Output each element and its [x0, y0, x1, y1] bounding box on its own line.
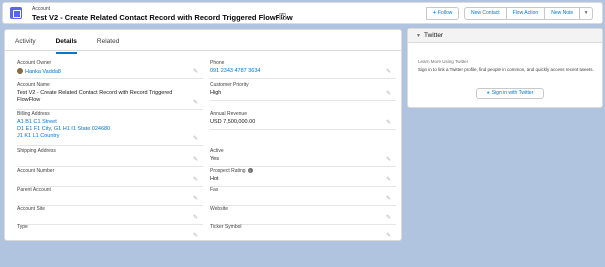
action-button-group: New Contact Flow Action New Note ▼: [464, 7, 594, 20]
edit-pencil-icon[interactable]: ✎: [193, 136, 199, 142]
edit-pencil-icon[interactable]: ✎: [386, 120, 392, 126]
info-icon[interactable]: i: [247, 168, 253, 173]
field-fax: Fax ✎: [210, 187, 396, 206]
new-contact-button[interactable]: New Contact: [464, 7, 507, 20]
field-account-name: Account Name Test V2 - Create Related Co…: [17, 82, 203, 110]
avatar: [17, 68, 23, 74]
field-account-owner: Account Owner Hanka Vadda8 ✎: [17, 60, 203, 79]
twitter-sign-in-button[interactable]: ● Sign in with Twitter: [476, 88, 544, 99]
twitter-card-header[interactable]: ▼ Twitter: [408, 29, 602, 43]
record-type-label: Account: [32, 6, 51, 12]
edit-pencil-icon[interactable]: ✎: [193, 215, 199, 221]
field-website: Website ✎: [210, 206, 396, 225]
field-prospect-rating: Prospect Rating i Hot ✎: [210, 168, 396, 187]
billing-address-link[interactable]: A1 B1 C1 Street D1 E1 F1 City, G1 H1 I1 …: [17, 119, 203, 140]
field-account-site: Account Site ✎: [17, 206, 203, 225]
account-icon: [10, 7, 22, 19]
record-title: Test V2 - Create Related Contact Record …: [32, 13, 293, 22]
field-type: Type ✎: [17, 224, 203, 240]
field-phone: Phone 091 2343 4787 3634 ✎: [210, 60, 396, 79]
new-note-button[interactable]: New Note: [545, 7, 581, 20]
field-parent-account: Parent Account ✎: [17, 187, 203, 206]
more-actions-chevron-down-icon[interactable]: ▼: [580, 7, 594, 20]
field-annual-revenue: Annual Revenue USD 7,500,000.00 ✎: [210, 111, 396, 130]
twitter-card: ▼ Twitter Learn More Using Twitter Sign i…: [407, 28, 603, 108]
edit-pencil-icon[interactable]: ✎: [386, 196, 392, 202]
details-card: Activity Details Related Account Owner H…: [4, 29, 402, 241]
edit-pencil-icon[interactable]: ✎: [386, 233, 392, 239]
edit-pencil-icon[interactable]: ✎: [386, 91, 392, 97]
account-owner-link[interactable]: Hanka Vadda8: [17, 68, 203, 76]
phone-link[interactable]: 091 2343 4787 3634: [210, 68, 396, 75]
chevron-down-icon[interactable]: ▼: [416, 33, 421, 39]
edit-pencil-icon[interactable]: ✎: [193, 69, 199, 75]
follow-button-group: + Follow: [426, 7, 460, 20]
edit-pencil-icon[interactable]: ✎: [386, 157, 392, 163]
plus-icon: +: [433, 10, 436, 16]
twitter-description: Sign in to link a Twitter profile, find …: [418, 67, 594, 72]
edit-pencil-icon[interactable]: ✎: [386, 215, 392, 221]
edit-pencil-icon[interactable]: ✎: [193, 233, 199, 239]
follow-button[interactable]: + Follow: [426, 7, 460, 20]
record-header: Account Test V2 - Create Related Contact…: [2, 2, 603, 24]
edit-pencil-icon[interactable]: ✎: [193, 196, 199, 202]
hierarchy-icon[interactable]: A: [279, 13, 286, 20]
field-ticker-symbol: Ticker Symbol ✎: [210, 224, 396, 240]
field-account-number: Account Number ✎: [17, 168, 203, 187]
edit-pencil-icon[interactable]: ✎: [386, 177, 392, 183]
field-active: Active Yes ✎: [210, 148, 396, 167]
field-customer-priority: Customer Priority High ✎: [210, 82, 396, 101]
field-shipping-address: Shipping Address ✎: [17, 148, 203, 167]
twitter-learn-more: Learn More Using Twitter: [418, 59, 469, 64]
edit-pencil-icon[interactable]: ✎: [193, 157, 199, 163]
edit-pencil-icon[interactable]: ✎: [193, 100, 199, 106]
twitter-bird-icon: ●: [486, 90, 490, 96]
edit-pencil-icon[interactable]: ✎: [193, 177, 199, 183]
edit-pencil-icon[interactable]: ✎: [386, 69, 392, 75]
tab-divider: [5, 50, 401, 51]
flow-action-button[interactable]: Flow Action: [506, 7, 546, 20]
field-billing-address: Billing Address A1 B1 C1 Street D1 E1 F1…: [17, 111, 203, 146]
